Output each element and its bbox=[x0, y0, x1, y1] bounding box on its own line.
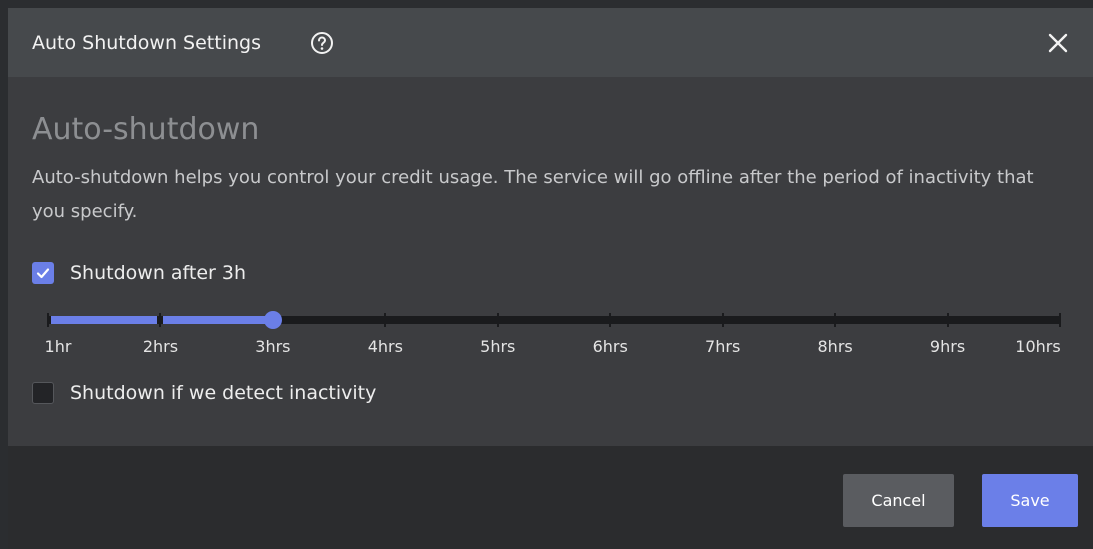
slider-tick bbox=[609, 313, 612, 327]
slider-filled-segment bbox=[163, 316, 270, 324]
slider-tick bbox=[384, 313, 387, 327]
section-description: Auto-shutdown helps you control your cre… bbox=[32, 167, 1034, 222]
slider-tick bbox=[496, 313, 499, 327]
slider-tick bbox=[47, 313, 49, 327]
slider-tick bbox=[721, 313, 724, 327]
slider-tick-label: 10hrs bbox=[1015, 337, 1061, 356]
slider-tick-label: 6hrs bbox=[592, 337, 628, 356]
checkmark-icon bbox=[36, 268, 50, 279]
slider-tick bbox=[1059, 313, 1061, 327]
slider-tick-label: 2hrs bbox=[142, 337, 179, 356]
close-icon[interactable] bbox=[1047, 32, 1069, 54]
auto-shutdown-dialog: Auto Shutdown Settings Auto-shutdown Aut… bbox=[8, 8, 1093, 549]
dialog-footer: Cancel Save bbox=[8, 446, 1093, 549]
slider-tick-label: 1hr bbox=[44, 337, 72, 356]
slider-tick bbox=[946, 313, 949, 327]
slider-tick-label: 7hrs bbox=[705, 337, 741, 356]
dialog-title: Auto Shutdown Settings bbox=[32, 32, 261, 54]
shutdown-after-label: Shutdown after 3h bbox=[70, 262, 247, 284]
dialog-body: Auto-shutdown Auto-shutdown helps you co… bbox=[8, 77, 1093, 446]
shutdown-inactivity-label: Shutdown if we detect inactivity bbox=[70, 382, 377, 404]
slider-tick bbox=[834, 313, 837, 327]
shutdown-after-checkbox-row[interactable]: Shutdown after 3h bbox=[32, 262, 246, 284]
slider-tick bbox=[159, 313, 162, 327]
section-heading: Auto-shutdown bbox=[32, 112, 260, 147]
shutdown-inactivity-checkbox-row[interactable]: Shutdown if we detect inactivity bbox=[32, 382, 376, 404]
slider-tick-label: 5hrs bbox=[480, 337, 516, 356]
slider-filled-segment bbox=[51, 316, 158, 324]
slider-tick-label: 4hrs bbox=[367, 337, 403, 356]
shutdown-after-checkbox[interactable] bbox=[32, 262, 54, 284]
slider-tick-label: 8hrs bbox=[817, 337, 853, 356]
slider-tick-label: 9hrs bbox=[929, 337, 966, 356]
dialog-header: Auto Shutdown Settings bbox=[8, 8, 1093, 77]
help-icon[interactable] bbox=[310, 31, 334, 55]
slider-thumb[interactable] bbox=[263, 311, 282, 329]
cancel-button[interactable]: Cancel bbox=[843, 474, 954, 527]
shutdown-hours-slider[interactable] bbox=[47, 311, 1061, 329]
shutdown-inactivity-checkbox[interactable] bbox=[32, 382, 54, 404]
slider-tick-label: 3hrs bbox=[255, 337, 291, 356]
save-button[interactable]: Save bbox=[982, 474, 1078, 527]
